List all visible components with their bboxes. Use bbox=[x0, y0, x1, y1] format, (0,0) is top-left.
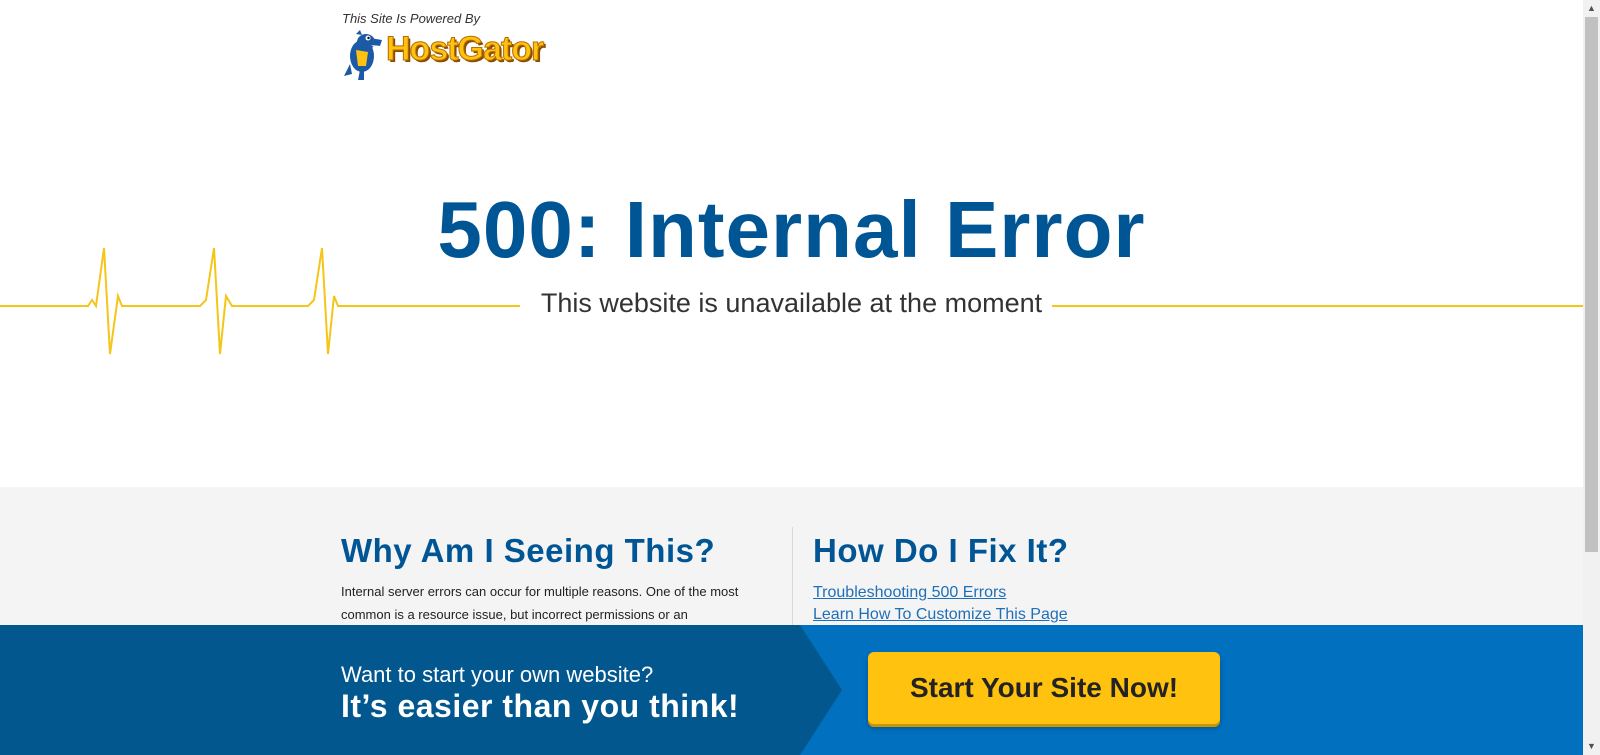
why-heading: Why Am I Seeing This? bbox=[341, 532, 716, 569]
start-site-button[interactable]: Start Your Site Now! bbox=[868, 652, 1220, 724]
subtitle-text: This website is unavailable at the momen… bbox=[530, 288, 1053, 318]
scroll-up-icon[interactable]: ▲ bbox=[1583, 0, 1600, 17]
troubleshooting-link[interactable]: Troubleshooting 500 Errors bbox=[813, 584, 1253, 602]
banner-question: Want to start your own website? bbox=[341, 662, 654, 687]
page-title: 500: Internal Error bbox=[437, 185, 1146, 274]
fix-heading: How Do I Fix It? bbox=[813, 532, 1069, 569]
why-text: Internal server errors can occur for mul… bbox=[341, 584, 739, 622]
brand-wordmark: HostGator bbox=[385, 30, 544, 69]
page: This Site Is Powered By HostGator 500: I… bbox=[0, 0, 1583, 755]
customize-page-link[interactable]: Learn How To Customize This Page bbox=[813, 606, 1253, 624]
banner-arrow-shape bbox=[794, 625, 842, 755]
why-column: Why Am I Seeing This? Internal server er… bbox=[341, 532, 781, 626]
gator-mascot-icon bbox=[344, 30, 382, 80]
vertical-scrollbar[interactable]: ▲ ▼ bbox=[1583, 0, 1600, 755]
scroll-down-icon[interactable]: ▼ bbox=[1583, 738, 1600, 755]
scrollbar-thumb[interactable] bbox=[1585, 17, 1598, 552]
fix-column: How Do I Fix It? Troubleshooting 500 Err… bbox=[813, 532, 1253, 624]
hostgator-logo-icon[interactable]: HostGator bbox=[340, 26, 570, 80]
banner-headline: It’s easier than you think! bbox=[341, 688, 740, 724]
page-subtitle: This website is unavailable at the momen… bbox=[0, 288, 1583, 319]
powered-by-label: This Site Is Powered By bbox=[342, 11, 480, 26]
promo-banner: Want to start your own website? It’s eas… bbox=[0, 625, 1583, 755]
